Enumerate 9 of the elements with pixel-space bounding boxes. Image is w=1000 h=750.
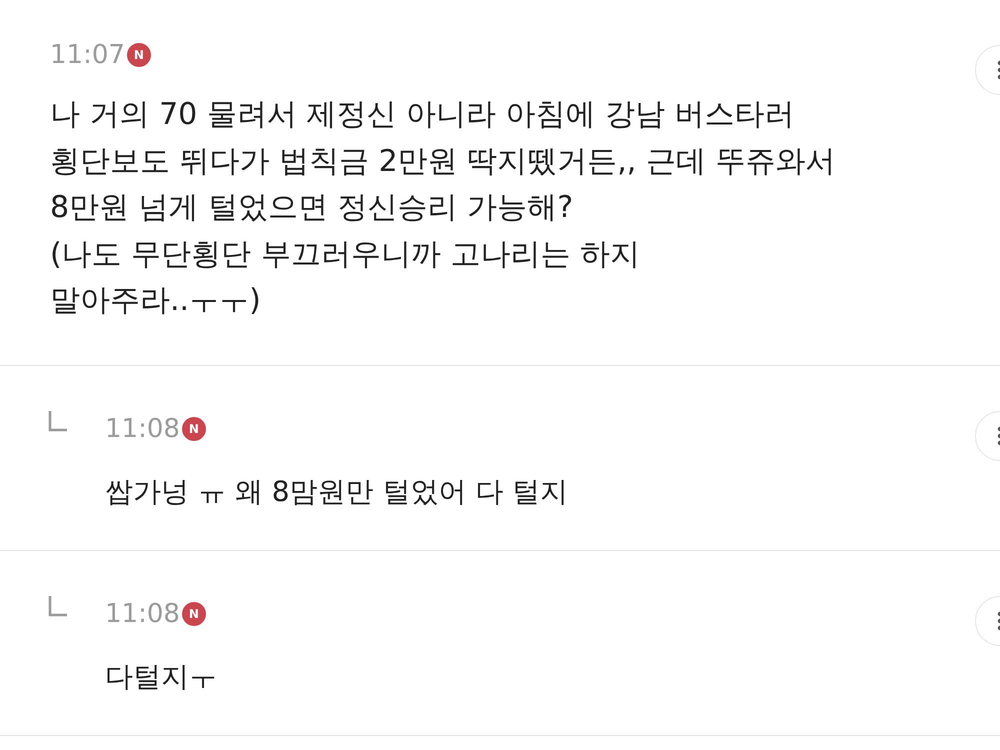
comment-time: 11:07 [50, 42, 125, 68]
comment-time: 11:08 [105, 416, 180, 442]
new-badge: N [182, 602, 206, 626]
comment-text: 다털지ㅜ [105, 658, 217, 694]
comment-time: 11:08 [105, 600, 180, 626]
new-badge: N [126, 43, 151, 67]
new-badge: N [182, 416, 206, 440]
comment-text: 나 거의 70 물려서 제정신 아니라 아침에 강남 버스타러 횡단보도 뛰다가 법칙금 2만원 딱지뗐거든,, 근데 뚜쥬와서 8만원 넘게 털었으면 정신승리 가능해? (나도 무단횡단 부끄러우니까 고나리는 하지 말아주라..ㅜㅜ) [50, 96, 836, 320]
comment-text: 쌉가넝 ㅠ 왜 8맘원만 털었어 다 털지 [105, 474, 568, 510]
